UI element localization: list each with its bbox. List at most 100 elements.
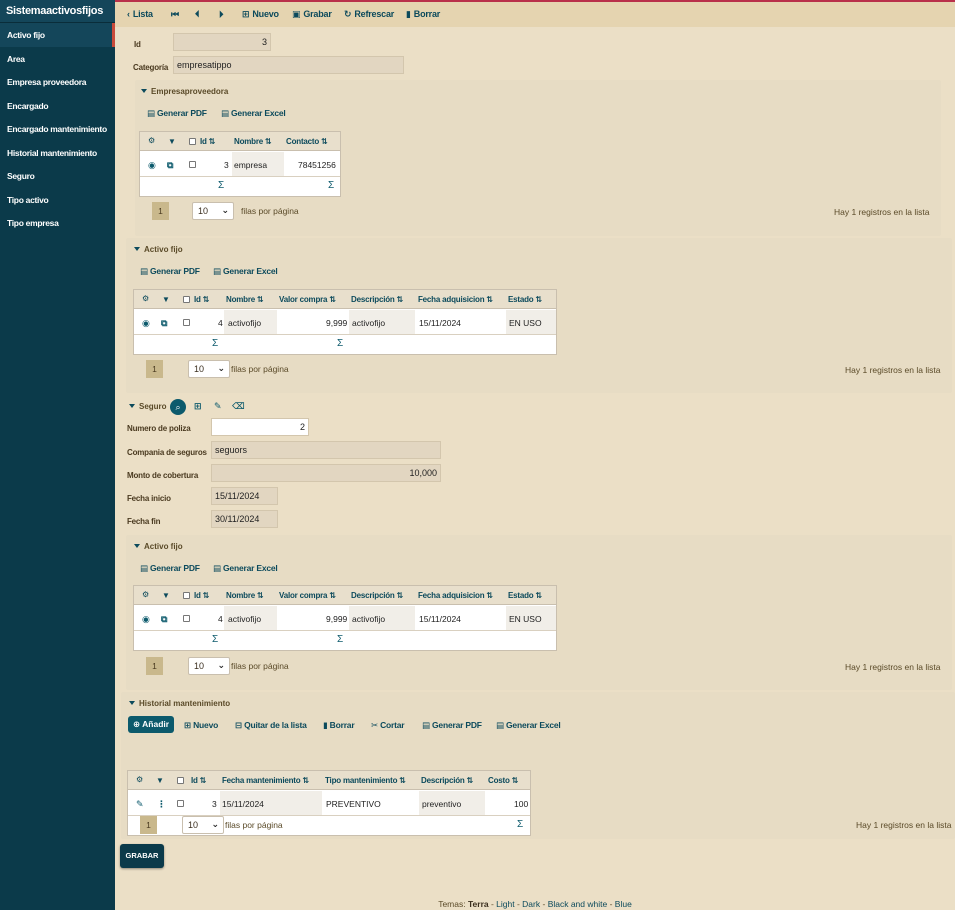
activo-section-toggle[interactable]: Activo fijo <box>134 542 183 551</box>
delete-button[interactable]: ▮ Borrar <box>323 720 355 731</box>
page-number[interactable]: 1 <box>140 816 157 834</box>
page-number[interactable]: 1 <box>146 360 163 378</box>
page-size-select[interactable]: 10 ⌄ <box>188 360 230 378</box>
fecha-fin-field[interactable]: 30/11/2024 <box>211 510 278 528</box>
fecha-inicio-field[interactable]: 15/11/2024 <box>211 487 278 505</box>
open-icon[interactable]: ⧉ <box>161 318 167 329</box>
sidebar-item-encargado-mantenimiento[interactable]: Encargado mantenimiento <box>0 117 115 141</box>
refresh-button[interactable]: ↻ Refrescar <box>344 9 394 20</box>
col-tipo-mantenimiento[interactable]: Tipo mantenimiento ⇅ <box>325 776 406 785</box>
eraser-icon[interactable]: ⌫ <box>232 401 245 412</box>
delete-button[interactable]: ▮ Borrar <box>406 9 440 20</box>
settings-icon[interactable]: ⚙ <box>142 590 149 599</box>
col-id[interactable]: Id ⇅ <box>194 295 209 304</box>
generate-pdf-button[interactable]: ▤ Generar PDF <box>140 266 200 277</box>
col-estado[interactable]: Estado ⇅ <box>508 295 542 304</box>
compania-field[interactable]: seguors <box>211 441 441 459</box>
page-size-select[interactable]: 10 ⌄ <box>188 657 230 675</box>
generate-pdf-button[interactable]: ▤ Generar PDF <box>147 108 207 119</box>
poliza-field[interactable]: 2 <box>211 418 309 436</box>
settings-icon[interactable]: ⚙ <box>142 294 149 303</box>
row-checkbox[interactable] <box>183 615 190 622</box>
sidebar-item-activo-fijo[interactable]: Activo fijo <box>0 23 115 47</box>
new-record-icon[interactable]: ⊞ <box>194 401 202 412</box>
col-valor-compra[interactable]: Valor compra ⇅ <box>279 591 336 600</box>
more-icon[interactable]: ⋮ <box>157 799 166 810</box>
select-all-checkbox[interactable] <box>183 296 190 303</box>
page-size-select[interactable]: 10 ⌄ <box>192 202 234 220</box>
sidebar-item-area[interactable]: Area <box>0 47 115 71</box>
categoria-field[interactable]: empresatippo <box>173 56 404 74</box>
settings-icon[interactable]: ⚙ <box>136 775 143 784</box>
row-checkbox[interactable] <box>189 161 196 168</box>
col-fecha-adquisicion[interactable]: Fecha adquisicion ⇅ <box>418 591 493 600</box>
col-nombre[interactable]: Nombre ⇅ <box>226 591 264 600</box>
col-costo[interactable]: Costo ⇅ <box>488 776 518 785</box>
seguro-section-toggle[interactable]: Seguro <box>129 402 167 411</box>
view-icon[interactable]: ◉ <box>148 160 156 171</box>
sidebar-item-tipo-empresa[interactable]: Tipo empresa <box>0 211 115 235</box>
theme-light[interactable]: Light <box>496 899 514 909</box>
search-icon[interactable]: ⌕ <box>170 399 186 415</box>
generate-excel-button[interactable]: ▤ Generar Excel <box>221 108 286 119</box>
generate-pdf-button[interactable]: ▤ Generar PDF <box>422 720 482 731</box>
theme-black-and-white[interactable]: Black and white <box>548 899 608 909</box>
filter-icon[interactable]: ▼ <box>162 591 170 600</box>
col-nombre[interactable]: Nombre ⇅ <box>234 137 272 146</box>
select-all-checkbox[interactable] <box>177 777 184 784</box>
new-button[interactable]: ⊞ Nuevo <box>184 720 218 731</box>
open-icon[interactable]: ⧉ <box>161 614 167 625</box>
sidebar-item-seguro[interactable]: Seguro <box>0 164 115 188</box>
col-nombre[interactable]: Nombre ⇅ <box>226 295 264 304</box>
app-title[interactable]: Sistemaactivosfijos <box>0 0 115 23</box>
first-record-icon[interactable]: ⏮ <box>171 9 179 20</box>
col-estado[interactable]: Estado ⇅ <box>508 591 542 600</box>
settings-icon[interactable]: ⚙ <box>148 136 155 145</box>
add-button[interactable]: ⊕ Añadir <box>128 716 175 733</box>
sidebar-item-tipo-activo[interactable]: Tipo activo <box>0 188 115 212</box>
edit-icon[interactable]: ✎ <box>136 799 144 810</box>
sidebar-item-empresa-proveedora[interactable]: Empresa proveedora <box>0 70 115 94</box>
theme-blue[interactable]: Blue <box>615 899 632 909</box>
sidebar-item-encargado[interactable]: Encargado <box>0 94 115 118</box>
generate-excel-button[interactable]: ▤ Generar Excel <box>213 266 278 277</box>
filter-icon[interactable]: ▼ <box>162 295 170 304</box>
cut-button[interactable]: ✂ Cortar <box>371 720 405 731</box>
new-button[interactable]: ⊞ Nuevo <box>242 9 279 20</box>
col-id[interactable]: Id ⇅ <box>191 776 206 785</box>
open-icon[interactable]: ⧉ <box>167 160 173 171</box>
sidebar-item-historial-mantenimiento[interactable]: Historial mantenimiento <box>0 141 115 165</box>
col-descripcion[interactable]: Descripción ⇅ <box>421 776 473 785</box>
col-valor-compra[interactable]: Valor compra ⇅ <box>279 295 336 304</box>
view-icon[interactable]: ◉ <box>142 318 150 329</box>
page-size-select[interactable]: 10 ⌄ <box>182 816 224 834</box>
col-contacto[interactable]: Contacto ⇅ <box>286 137 328 146</box>
previous-record-icon[interactable]: ⏴ <box>195 9 200 20</box>
list-button[interactable]: ‹ Lista <box>127 9 153 19</box>
view-icon[interactable]: ◉ <box>142 614 150 625</box>
col-fecha-adquisicion[interactable]: Fecha adquisicion ⇅ <box>418 295 493 304</box>
col-descripcion[interactable]: Descripción ⇅ <box>351 295 403 304</box>
theme-dark[interactable]: Dark <box>522 899 540 909</box>
col-descripcion[interactable]: Descripción ⇅ <box>351 591 403 600</box>
filter-icon[interactable]: ▼ <box>156 776 164 785</box>
row-checkbox[interactable] <box>177 800 184 807</box>
empresa-section-toggle[interactable]: Empresaproveedora <box>141 87 228 96</box>
page-number[interactable]: 1 <box>146 657 163 675</box>
id-field[interactable]: 3 <box>173 33 271 51</box>
save-button[interactable]: ▣ Grabar <box>292 9 332 20</box>
edit-icon[interactable]: ✎ <box>214 401 222 412</box>
page-number[interactable]: 1 <box>152 202 169 220</box>
generate-excel-button[interactable]: ▤ Generar Excel <box>496 720 561 731</box>
historial-section-toggle[interactable]: Historial mantenimiento <box>129 699 230 708</box>
generate-pdf-button[interactable]: ▤ Generar PDF <box>140 563 200 574</box>
theme-terra[interactable]: Terra <box>468 899 489 909</box>
select-all-checkbox[interactable] <box>183 592 190 599</box>
generate-excel-button[interactable]: ▤ Generar Excel <box>213 563 278 574</box>
grabar-button[interactable]: GRABAR <box>120 844 164 868</box>
select-all-checkbox[interactable] <box>189 138 196 145</box>
col-fecha-mantenimiento[interactable]: Fecha mantenimiento ⇅ <box>222 776 309 785</box>
monto-field[interactable]: 10,000 <box>211 464 441 482</box>
col-id[interactable]: Id ⇅ <box>200 137 215 146</box>
remove-from-list-button[interactable]: ⊟ Quitar de la lista <box>235 720 307 731</box>
